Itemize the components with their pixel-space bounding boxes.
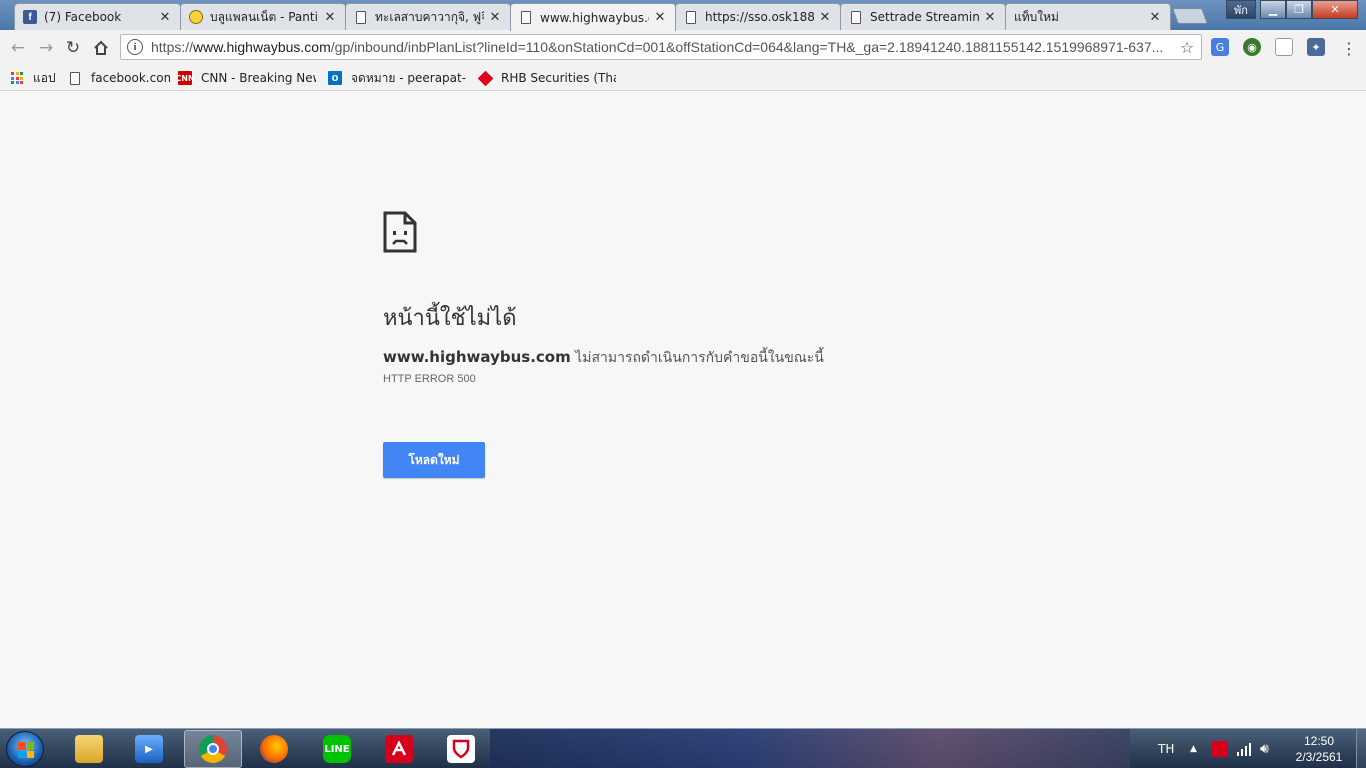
- network-signal-icon[interactable]: [1236, 729, 1252, 768]
- tab-new-tab[interactable]: แท็บใหม่ ✕: [1005, 3, 1171, 30]
- reload-button[interactable]: โหลดใหม่: [383, 442, 485, 478]
- window-controls: พัก ▁ ❐ ✕: [1226, 0, 1358, 19]
- close-window-button[interactable]: ✕: [1312, 0, 1358, 19]
- bookmark-apps[interactable]: แอป: [10, 68, 60, 88]
- address-bar[interactable]: i https://www.highwaybus.com/gp/inbound/…: [120, 34, 1202, 60]
- page-icon: [521, 11, 531, 24]
- close-tab-icon[interactable]: ✕: [158, 10, 172, 25]
- info-icon[interactable]: i: [127, 39, 143, 55]
- firefox-icon: [260, 735, 288, 763]
- language-indicator[interactable]: TH: [1158, 729, 1174, 768]
- clock-time: 12:50: [1303, 734, 1335, 748]
- rhb-icon: [478, 70, 493, 86]
- start-button[interactable]: [6, 731, 44, 767]
- close-tab-icon[interactable]: ✕: [1148, 10, 1162, 25]
- taskbar-wallpaper: [490, 729, 1130, 768]
- menu-kebab-icon[interactable]: ⋮: [1339, 38, 1359, 58]
- chrome-icon: [199, 735, 227, 763]
- tab-settrade[interactable]: Settrade Streaming ✕: [840, 3, 1006, 30]
- taskbar-shield[interactable]: [432, 730, 490, 768]
- bookmark-facebook[interactable]: facebook.com: [68, 68, 170, 88]
- apps-grid-icon: [10, 71, 24, 85]
- page-icon: [356, 10, 366, 24]
- error-code: HTTP ERROR 500: [383, 373, 476, 385]
- error-description: www.highwaybus.com ไม่สามารถดำเนินการกับ…: [383, 347, 824, 369]
- browser-toolbar: ← → ↻ i https://www.highwaybus.com/gp/in…: [0, 30, 1366, 64]
- error-domain: www.highwaybus.com: [383, 348, 571, 366]
- page-icon: [70, 71, 80, 85]
- tab-facebook[interactable]: f (7) Facebook ✕: [14, 3, 181, 30]
- close-tab-icon[interactable]: ✕: [488, 10, 502, 25]
- line-icon: LINE: [323, 735, 351, 763]
- bookmark-label: จดหมาย - peerapat-19: [351, 70, 466, 85]
- volume-icon[interactable]: 🔊︎: [1260, 729, 1269, 768]
- tab-title: แท็บใหม่: [1014, 9, 1059, 24]
- back-arrow-icon[interactable]: ←: [8, 38, 28, 58]
- pantip-face-icon: [189, 10, 203, 24]
- tab-title: (7) Facebook: [44, 10, 122, 24]
- puzzle-extension-icon[interactable]: ✦: [1307, 38, 1325, 56]
- taskbar-firefox[interactable]: [245, 730, 303, 768]
- show-desktop-button[interactable]: [1356, 729, 1366, 768]
- avira-tray-icon[interactable]: [1212, 729, 1228, 768]
- tab-title: www.highwaybus.co: [540, 10, 649, 25]
- translate-extension-icon[interactable]: G: [1211, 38, 1229, 56]
- shield-icon: [447, 735, 475, 763]
- facebook-icon: f: [23, 10, 37, 24]
- new-tab-button[interactable]: [1172, 8, 1208, 24]
- cast-extension-icon[interactable]: [1275, 38, 1293, 56]
- home-icon[interactable]: [91, 38, 111, 58]
- url-text[interactable]: https://www.highwaybus.com/gp/inbound/in…: [151, 39, 1177, 55]
- cnn-icon: CNN: [178, 71, 195, 85]
- close-tab-icon[interactable]: ✕: [323, 10, 337, 25]
- taskbar-media-player[interactable]: ▶: [120, 730, 178, 768]
- tab-title: https://sso.osk188.c: [705, 10, 814, 24]
- page-icon: [686, 10, 696, 24]
- bookmark-star-icon[interactable]: ☆: [1177, 38, 1197, 57]
- close-tab-icon[interactable]: ✕: [653, 10, 667, 25]
- bookmark-rhb[interactable]: RHB Securities (Thaila: [478, 68, 616, 88]
- tab-highwaybus[interactable]: www.highwaybus.co ✕: [510, 3, 676, 31]
- globe-extension-icon[interactable]: ◉: [1243, 38, 1261, 56]
- close-tab-icon[interactable]: ✕: [983, 10, 997, 25]
- profile-button[interactable]: พัก: [1226, 0, 1256, 19]
- sad-page-icon: [383, 211, 417, 253]
- page-icon: [851, 10, 861, 24]
- folder-icon: [75, 735, 103, 763]
- taskbar-avira[interactable]: [370, 730, 428, 768]
- error-title: หน้านี้ใช้ไม่ได้: [383, 306, 517, 331]
- taskbar-chrome[interactable]: [184, 730, 242, 768]
- tab-osk188[interactable]: https://sso.osk188.c ✕: [675, 3, 841, 30]
- error-message: ไม่สามารถดำเนินการกับคำขอนี้ในขณะนี้: [575, 350, 824, 366]
- taskbar-explorer[interactable]: [60, 730, 118, 768]
- forward-arrow-icon[interactable]: →: [36, 38, 56, 58]
- system-clock[interactable]: 12:50 2/3/2561: [1290, 733, 1348, 765]
- media-player-icon: ▶: [135, 735, 163, 763]
- bookmark-label: RHB Securities (Thaila: [501, 71, 616, 85]
- show-hidden-icons-icon[interactable]: ▲: [1190, 729, 1197, 768]
- error-page: หน้านี้ใช้ไม่ได้ www.highwaybus.com ไม่ส…: [0, 92, 1366, 728]
- clock-date: 2/3/2561: [1295, 750, 1343, 764]
- reload-icon[interactable]: ↻: [63, 38, 83, 58]
- windows-taskbar: ▶ LINE TH ▲ 🔊︎ 12:50 2/3/2561: [0, 728, 1366, 768]
- tab-pantip[interactable]: บลูแพลนเน็ต - Pantip ✕: [180, 3, 346, 30]
- bookmark-cnn[interactable]: CNN CNN - Breaking News: [178, 68, 316, 88]
- bookmark-outlook[interactable]: O จดหมาย - peerapat-19: [328, 68, 466, 88]
- bookmark-label: แอป: [33, 70, 56, 85]
- outlook-icon: O: [328, 71, 342, 85]
- tab-kawaguchi[interactable]: ทะเลสาบคาวากุจิ, ฟูจิคิ ✕: [345, 3, 511, 30]
- minimize-button[interactable]: ▁: [1260, 0, 1286, 19]
- tab-title: บลูแพลนเน็ต - Pantip: [210, 9, 319, 24]
- bookmark-label: facebook.com: [91, 71, 170, 85]
- tab-title: ทะเลสาบคาวากุจิ, ฟูจิคิ: [375, 9, 484, 24]
- bookmarks-bar: แอป facebook.com CNN CNN - Breaking News…: [0, 64, 1366, 91]
- close-tab-icon[interactable]: ✕: [818, 10, 832, 25]
- maximize-button[interactable]: ❐: [1286, 0, 1312, 19]
- avira-icon: [385, 735, 413, 763]
- taskbar-line[interactable]: LINE: [308, 730, 366, 768]
- bookmark-label: CNN - Breaking News: [201, 71, 316, 85]
- windows-logo-icon: [18, 742, 34, 758]
- tab-strip: f (7) Facebook ✕ บลูแพลนเน็ต - Pantip ✕ …: [0, 0, 1366, 31]
- tab-title: Settrade Streaming: [870, 10, 979, 24]
